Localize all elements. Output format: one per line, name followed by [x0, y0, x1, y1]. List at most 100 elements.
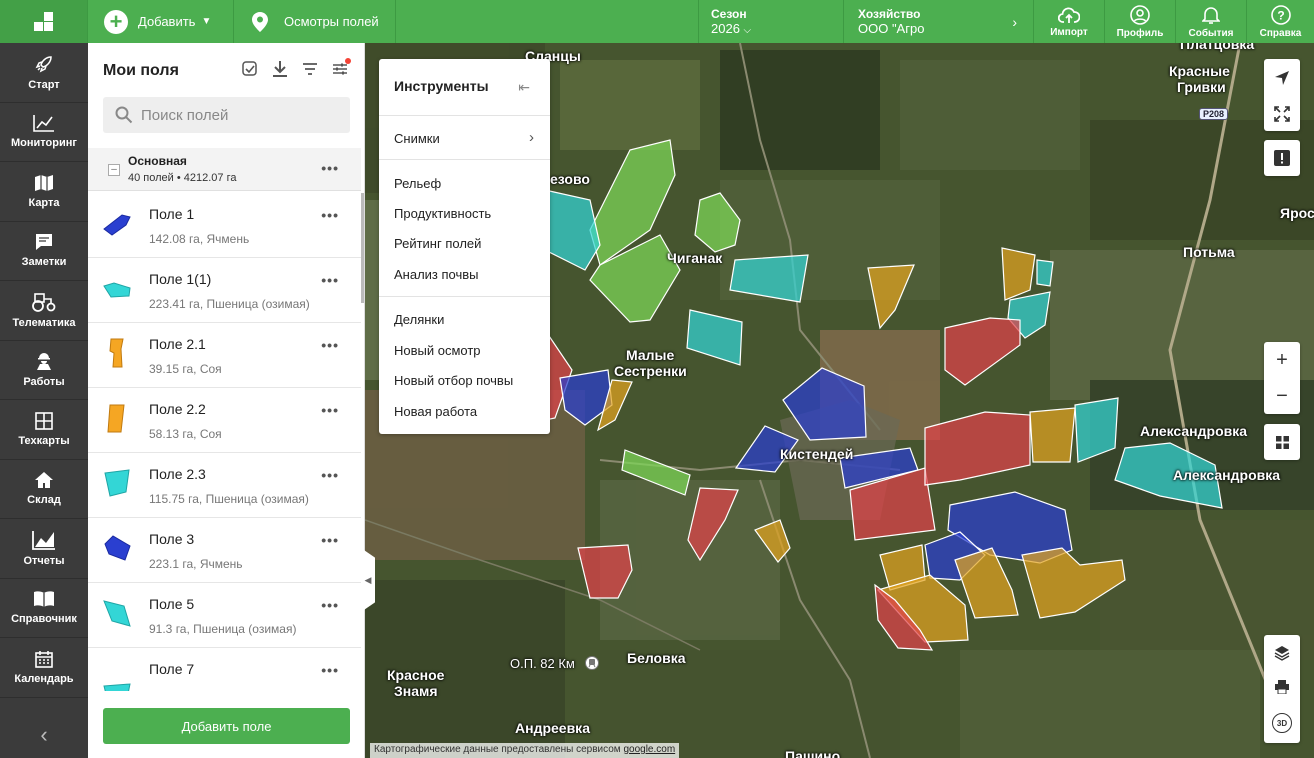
- panel-title: Мои поля: [103, 62, 179, 79]
- nav-works[interactable]: Работы: [0, 341, 88, 400]
- more-icon[interactable]: •••: [321, 272, 339, 288]
- season-selector[interactable]: Сезон 2026 ⌵: [698, 0, 844, 43]
- add-field-button[interactable]: Добавить поле: [103, 708, 350, 744]
- more-icon[interactable]: •••: [321, 662, 339, 678]
- collapse-group-icon[interactable]: –: [108, 164, 120, 176]
- menu-item-images[interactable]: Снимки ›: [394, 129, 534, 146]
- collapse-nav-icon[interactable]: ‹: [0, 722, 88, 748]
- my-location-icon[interactable]: [1273, 69, 1291, 87]
- menu-item-new-work[interactable]: Новая работа: [394, 404, 477, 419]
- more-icon[interactable]: •••: [321, 337, 339, 353]
- nav-calendar[interactable]: Календарь: [0, 638, 88, 698]
- search-placeholder: Поиск полей: [141, 106, 229, 124]
- more-icon[interactable]: •••: [321, 532, 339, 548]
- nav-techcards[interactable]: Техкарты: [0, 400, 88, 460]
- map-label: Беловка: [627, 650, 686, 666]
- nav-notes[interactable]: Заметки: [0, 222, 88, 281]
- menu-item-productivity[interactable]: Продуктивность: [394, 206, 491, 221]
- list-scrollbar[interactable]: [361, 193, 364, 303]
- events-button[interactable]: События: [1176, 0, 1247, 43]
- train-station-icon: [585, 656, 599, 670]
- field-shape-icon: [104, 535, 131, 561]
- pin-icon: [252, 11, 268, 32]
- nav-start[interactable]: Старт: [0, 43, 88, 103]
- import-button[interactable]: Импорт: [1034, 0, 1105, 43]
- plus-icon: +: [104, 9, 128, 34]
- more-icon[interactable]: •••: [321, 597, 339, 613]
- alert-button[interactable]: [1264, 140, 1300, 176]
- menu-item-relief[interactable]: Рельеф: [394, 176, 441, 191]
- add-button[interactable]: + Добавить ▼: [88, 0, 234, 43]
- layout-button[interactable]: [1264, 424, 1300, 460]
- inspections-button[interactable]: Осмотры полей: [234, 0, 396, 43]
- filter-settings-icon[interactable]: [330, 58, 351, 79]
- add-label: Добавить: [138, 14, 196, 29]
- group-info: 40 полей • 4212.07 га: [128, 172, 237, 184]
- more-icon[interactable]: •••: [321, 160, 339, 176]
- farm-selector[interactable]: Хозяйство ООО "Агро ›: [844, 0, 1034, 43]
- logo[interactable]: [0, 0, 88, 43]
- menu-item-rating[interactable]: Рейтинг полей: [394, 236, 481, 251]
- profile-button[interactable]: Профиль: [1105, 0, 1176, 43]
- list-item[interactable]: Поле 1(1) 223.41 га, Пшеница (озимая) ••…: [88, 258, 361, 323]
- chevron-right-icon: ›: [1012, 14, 1017, 30]
- nav-monitoring[interactable]: Мониторинг: [0, 103, 88, 162]
- layers-icon[interactable]: [1274, 645, 1290, 661]
- nav-map[interactable]: Карта: [0, 162, 88, 222]
- rocket-icon: [35, 55, 52, 73]
- search-input[interactable]: Поиск полей: [103, 97, 350, 133]
- nav-warehouse[interactable]: Склад: [0, 460, 88, 519]
- zoom-controls: + −: [1264, 342, 1300, 414]
- svg-text:?: ?: [1277, 8, 1284, 22]
- download-icon[interactable]: [270, 59, 290, 79]
- events-label: События: [1188, 27, 1234, 39]
- home-icon: [35, 472, 53, 489]
- list-item[interactable]: Поле 2.1 39.15 га, Соя •••: [88, 323, 361, 388]
- help-button[interactable]: ? Справка: [1247, 0, 1314, 43]
- field-shape-icon: [107, 404, 125, 433]
- map-attribution: Картографические данные предоставлены се…: [370, 743, 680, 758]
- menu-item-soil-analysis[interactable]: Анализ почвы: [394, 267, 479, 282]
- nav-telematics[interactable]: Телематика: [0, 281, 88, 341]
- collapse-menu-icon[interactable]: ⇤: [518, 79, 530, 96]
- more-icon[interactable]: •••: [321, 402, 339, 418]
- list-item[interactable]: Поле 7 •••: [88, 648, 361, 691]
- 3d-button[interactable]: 3D: [1272, 713, 1292, 734]
- map-label: Александровка: [1173, 467, 1281, 483]
- map-label: Потьма: [1183, 244, 1235, 260]
- season-value: 2026 ⌵: [711, 21, 752, 36]
- side-nav: Старт Мониторинг Карта Заметки Телематик…: [0, 43, 88, 758]
- chevron-right-icon: ›: [529, 129, 534, 146]
- map-label: Гривки: [1177, 79, 1226, 95]
- collapse-panel-tab[interactable]: ◀: [361, 548, 375, 612]
- more-icon[interactable]: •••: [321, 467, 339, 483]
- list-item[interactable]: Поле 5 91.3 га, Пшеница (озимая) •••: [88, 583, 361, 648]
- map-nav-controls: [1264, 59, 1300, 131]
- map-label: Александровка: [1140, 423, 1248, 439]
- zoom-in-icon[interactable]: +: [1276, 349, 1288, 372]
- list-item[interactable]: Поле 3 223.1 га, Ячмень •••: [88, 518, 361, 583]
- menu-item-new-inspection[interactable]: Новый осмотр: [394, 343, 481, 358]
- attribution-link[interactable]: google.com: [623, 744, 675, 755]
- fullscreen-icon[interactable]: [1274, 105, 1290, 122]
- zoom-out-icon[interactable]: −: [1276, 385, 1288, 408]
- map-label: Ярос: [1280, 205, 1314, 221]
- import-label: Импорт: [1050, 26, 1088, 38]
- nav-reports[interactable]: Отчеты: [0, 519, 88, 579]
- farm-value: ООО "Агро: [858, 21, 925, 36]
- divider: [379, 296, 550, 297]
- list-item[interactable]: Поле 2.3 115.75 га, Пшеница (озимая) •••: [88, 453, 361, 518]
- list-item[interactable]: Поле 1 142.08 га, Ячмень •••: [88, 193, 361, 258]
- nav-reference[interactable]: Справочник: [0, 579, 88, 638]
- select-check-icon[interactable]: [240, 59, 260, 79]
- map-label: Красное: [387, 667, 445, 683]
- list-item[interactable]: Поле 2.2 58.13 га, Соя •••: [88, 388, 361, 453]
- field-group[interactable]: – Основная 40 полей • 4212.07 га •••: [88, 148, 361, 191]
- menu-item-new-soil-sample[interactable]: Новый отбор почвы: [394, 373, 513, 388]
- print-icon[interactable]: [1275, 679, 1289, 694]
- more-icon[interactable]: •••: [321, 207, 339, 223]
- map-label: Красные: [1169, 63, 1230, 79]
- sort-icon[interactable]: [300, 59, 320, 79]
- map-label: Чиганак: [667, 250, 723, 266]
- menu-item-plots[interactable]: Делянки: [394, 312, 444, 327]
